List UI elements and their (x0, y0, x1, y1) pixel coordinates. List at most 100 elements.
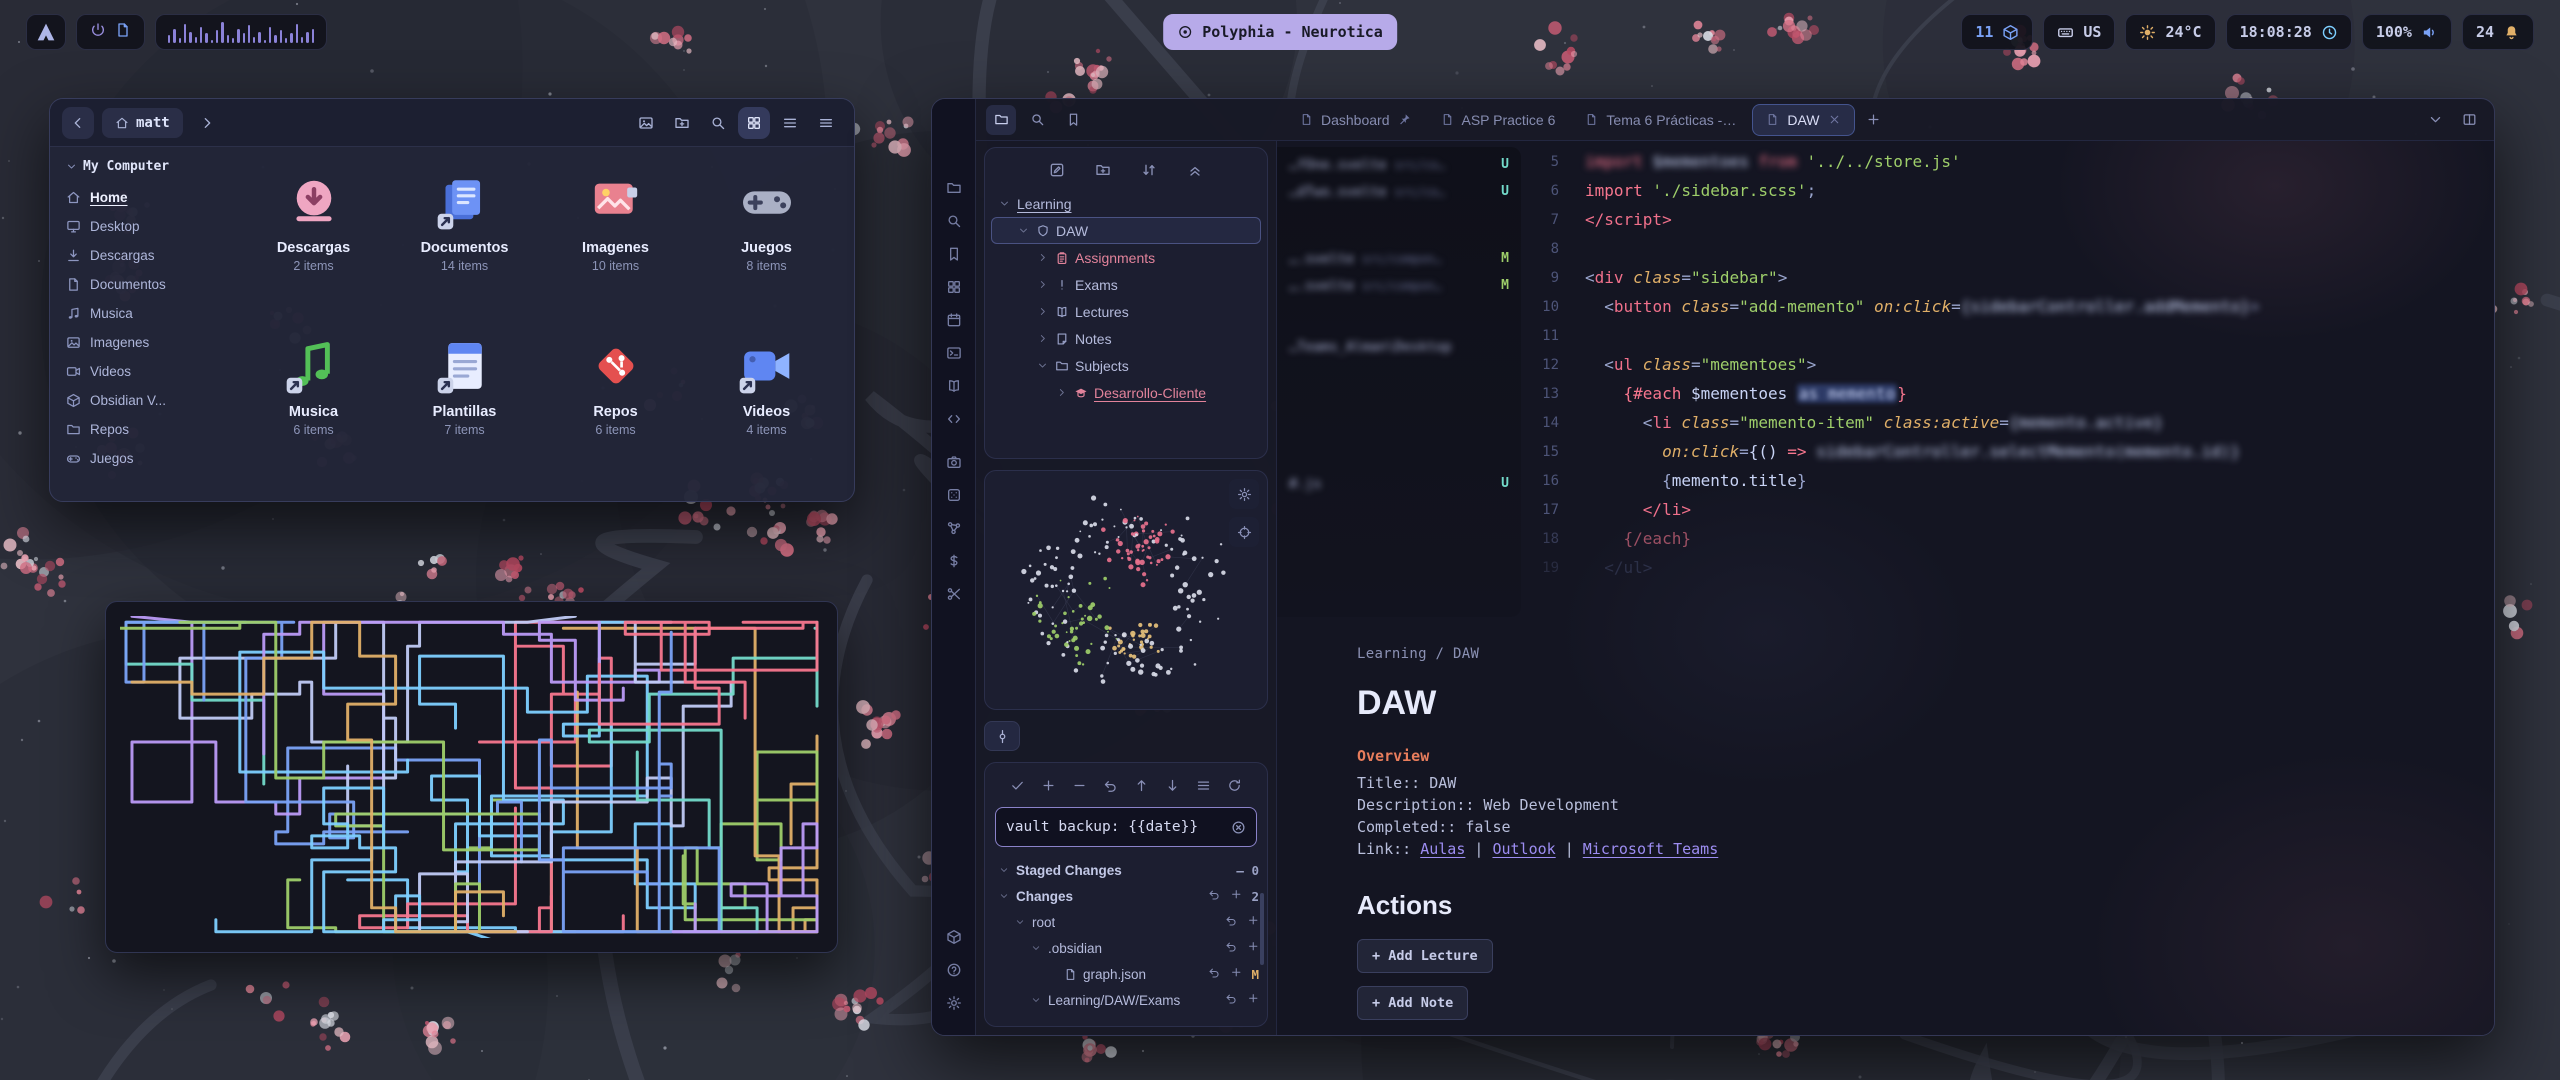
tree-item-subjects[interactable]: Subjects (991, 352, 1261, 379)
tree-item-learning[interactable]: Learning (991, 190, 1261, 217)
file-item-documentos[interactable]: Documentos14 items (389, 161, 540, 323)
sidebar-item-imagenes[interactable]: Imagenes (66, 328, 220, 357)
sidebar-item-musica[interactable]: Musica (66, 299, 220, 328)
sidebar-item-repos[interactable]: Repos (66, 415, 220, 444)
git-row-learning-daw-exams[interactable]: Learning/DAW/Exams (993, 987, 1259, 1013)
ribbon-search-button[interactable] (939, 206, 969, 236)
menu-button[interactable] (810, 107, 842, 139)
git-row-graph-json[interactable]: graph.jsonM (993, 961, 1259, 987)
preview-button[interactable] (630, 107, 662, 139)
ribbon-daily-notes-button[interactable] (939, 305, 969, 335)
notifications-widget[interactable]: 24 (2462, 14, 2534, 50)
sidebar-item-descargas[interactable]: Descargas (66, 241, 220, 270)
updates-widget[interactable]: 11 (1961, 14, 2033, 50)
notes-button[interactable] (115, 22, 131, 42)
file-item-plantillas[interactable]: Plantillas7 items (389, 325, 540, 487)
ribbon-files-button[interactable] (939, 173, 969, 203)
clear-message-icon[interactable] (1231, 820, 1246, 835)
ribbon-random-note-button[interactable] (939, 480, 969, 510)
file-item-descargas[interactable]: Descargas2 items (238, 161, 389, 323)
discard-button[interactable] (1098, 773, 1122, 797)
ribbon-canvas-button[interactable] (939, 272, 969, 302)
back-button[interactable] (62, 107, 94, 139)
clock-widget[interactable]: 18:08:28 (2226, 14, 2352, 50)
graph-settings-button[interactable] (1229, 479, 1259, 509)
tree-item-desarrollo-cliente[interactable]: Desarrollo-Cliente (991, 379, 1261, 406)
change-list-button[interactable] (1192, 773, 1216, 797)
sidebar-item-desktop[interactable]: Desktop (66, 212, 220, 241)
search-button[interactable] (702, 107, 734, 139)
tab-dashboard[interactable]: Dashboard (1287, 105, 1424, 135)
plus-change-button[interactable] (1247, 992, 1260, 1008)
stage-all-button[interactable] (1036, 773, 1060, 797)
link-outlook[interactable]: Outlook (1492, 840, 1555, 858)
tree-item-daw[interactable]: DAW (991, 217, 1261, 244)
tab-daw[interactable]: DAW (1753, 105, 1853, 135)
search-panel-button[interactable] (1022, 105, 1052, 135)
push-button[interactable] (1130, 773, 1154, 797)
ribbon-settings-button[interactable] (939, 988, 969, 1018)
split-editor-button[interactable] (2454, 105, 2484, 135)
commit-button[interactable] (1005, 773, 1029, 797)
weather-widget[interactable]: 24°C (2125, 14, 2215, 50)
sidebar-item-obsidian-v[interactable]: Obsidian V... (66, 386, 220, 415)
collapse-all-button[interactable] (1187, 162, 1203, 183)
tree-item-lectures[interactable]: Lectures (991, 298, 1261, 325)
file-item-videos[interactable]: Videos4 items (691, 325, 842, 487)
ribbon-help-button[interactable] (939, 955, 969, 985)
keyboard-layout-widget[interactable]: US (2043, 14, 2115, 50)
file-item-musica[interactable]: Musica6 items (238, 325, 389, 487)
git-row-obsidian[interactable]: .obsidian (993, 935, 1259, 961)
unstage-all-button[interactable] (1067, 773, 1091, 797)
undo-change-button[interactable] (1208, 966, 1221, 982)
ribbon-graph-view-button[interactable] (939, 513, 969, 543)
ribbon-snippets-button[interactable] (939, 579, 969, 609)
action-button-add-lecture[interactable]: + Add Lecture (1357, 939, 1493, 973)
graph-focus-button[interactable] (1229, 517, 1259, 547)
ribbon-bookmarks-button[interactable] (939, 239, 969, 269)
git-row-root[interactable]: root (993, 909, 1259, 935)
ribbon-developer-button[interactable] (939, 404, 969, 434)
tree-item-notes[interactable]: Notes (991, 325, 1261, 352)
sort-order-button[interactable] (1141, 162, 1157, 183)
git-row-changes[interactable]: Changes2 (993, 883, 1259, 909)
power-button[interactable] (90, 22, 106, 42)
tab-list-button[interactable] (2420, 105, 2450, 135)
plus-change-button[interactable] (1230, 966, 1243, 982)
plus-change-button[interactable] (1230, 888, 1243, 904)
tab-asp-practice-6[interactable]: ASP Practice 6 (1428, 105, 1569, 135)
grid-view-button[interactable] (738, 107, 770, 139)
link-aulas[interactable]: Aulas (1420, 840, 1465, 858)
git-panel-tab[interactable] (984, 721, 1020, 751)
undo-change-button[interactable] (1225, 914, 1238, 930)
bookmarks-panel-button[interactable] (1058, 105, 1088, 135)
file-item-repos[interactable]: Repos6 items (540, 325, 691, 487)
git-scrollbar[interactable] (1260, 893, 1264, 965)
breadcrumb[interactable]: matt (102, 108, 183, 138)
commit-message-input[interactable] (1006, 819, 1225, 835)
pull-button[interactable] (1161, 773, 1185, 797)
now-playing-widget[interactable]: Polyphia - Neurotica (1163, 14, 1397, 50)
new-folder-button[interactable] (666, 107, 698, 139)
refresh-button[interactable] (1223, 773, 1247, 797)
launcher-button[interactable] (26, 14, 66, 50)
sidebar-item-home[interactable]: Home (66, 183, 220, 212)
link-microsoft-teams[interactable]: Microsoft Teams (1583, 840, 1718, 858)
ribbon-screenshot-button[interactable] (939, 447, 969, 477)
file-item-imagenes[interactable]: Imagenes10 items (540, 161, 691, 323)
sidebar-item-videos[interactable]: Videos (66, 357, 220, 386)
action-button-add-note[interactable]: + Add Note (1357, 986, 1468, 1020)
undo-change-button[interactable] (1225, 992, 1238, 1008)
file-item-juegos[interactable]: Juegos8 items (691, 161, 842, 323)
ribbon-vault-switcher-button[interactable] (939, 922, 969, 952)
new-note-button[interactable] (1049, 162, 1065, 183)
tree-item-exams[interactable]: Exams (991, 271, 1261, 298)
ribbon-reading-view-button[interactable] (939, 371, 969, 401)
files-panel-button[interactable] (986, 105, 1016, 135)
volume-widget[interactable]: 100% (2362, 14, 2452, 50)
ribbon-ledger-button[interactable] (939, 546, 969, 576)
forward-button[interactable] (191, 107, 223, 139)
tree-item-assignments[interactable]: Assignments (991, 244, 1261, 271)
new-folder-button[interactable] (1095, 162, 1111, 183)
ribbon-terminal-button[interactable] (939, 338, 969, 368)
